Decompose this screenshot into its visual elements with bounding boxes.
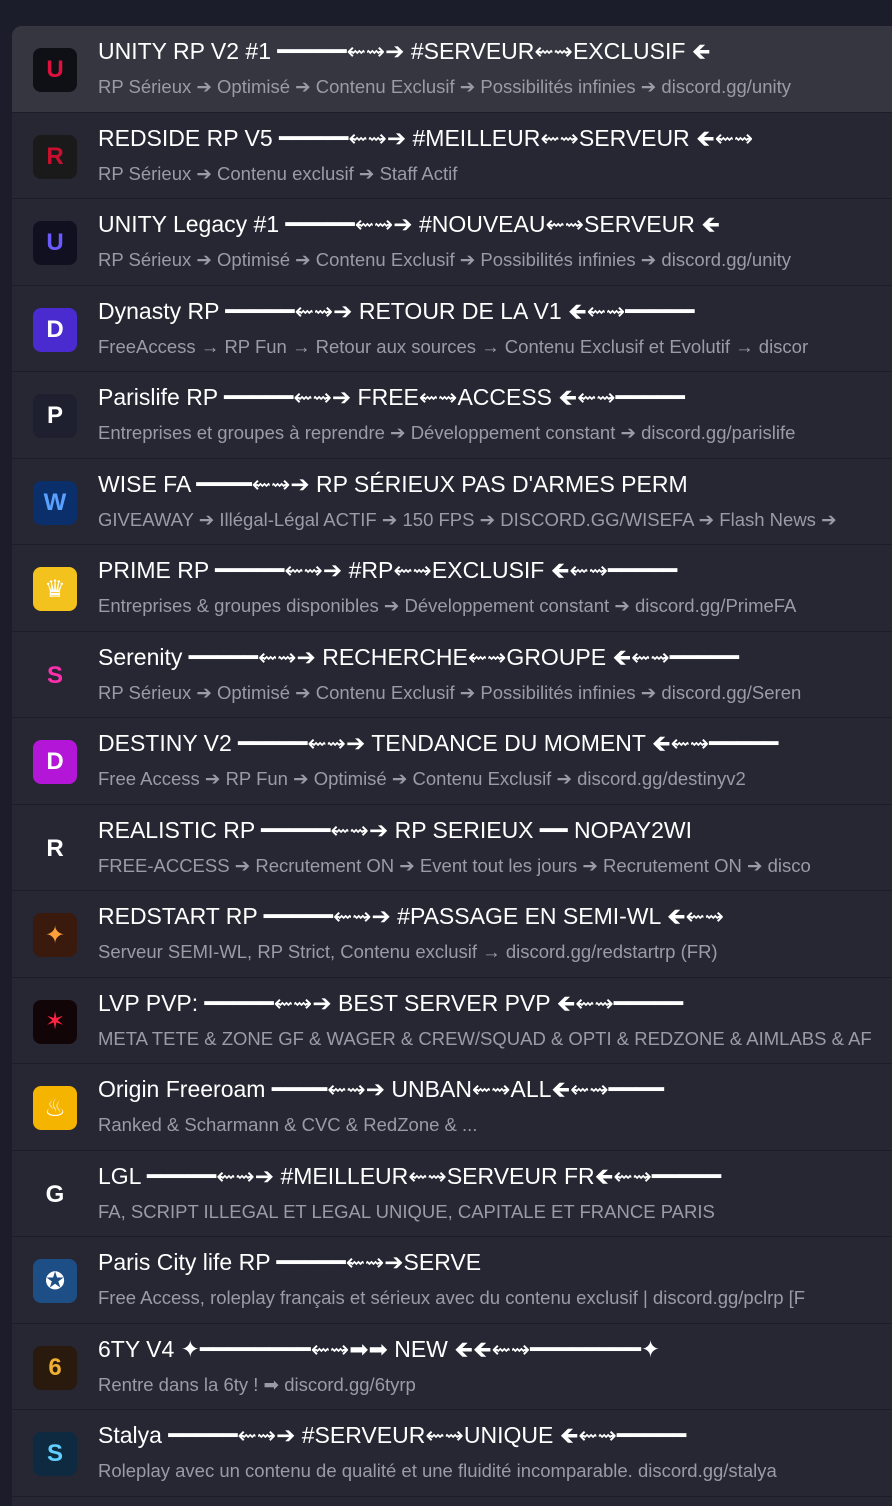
server-description: META TETE & ZONE GF & WAGER & CREW/SQUAD… bbox=[98, 1027, 872, 1049]
server-list-item-10[interactable]: R REALISTIC RP ━━━━━⇜⇝➔ RP SERIEUX ━━ NO… bbox=[12, 805, 892, 891]
lvp-logo-icon: ✶ bbox=[33, 999, 77, 1044]
server-title: Stalya ━━━━━⇜⇝➔ #SERVEUR⇜⇝UNIQUE 🡸⇜⇝━━━━… bbox=[98, 1422, 687, 1448]
server-description: Entreprises et groupes à reprendre ➔ Dév… bbox=[98, 422, 796, 443]
server-description: Serveur SEMI-WL, RP Strict, Contenu excl… bbox=[98, 941, 718, 962]
server-description: Roleplay avec un contenu de qualité et u… bbox=[98, 1460, 777, 1481]
server-title: Dynasty RP ━━━━━⇜⇝➔ RETOUR DE LA V1 🡸⇜⇝━… bbox=[98, 297, 695, 324]
server-title: UNITY RP V2 #1 ━━━━━⇜⇝➔ #SERVEUR⇜⇝EXCLUS… bbox=[98, 38, 711, 64]
server-list-item-5[interactable]: P Parislife RP ━━━━━⇜⇝➔ FREE⇜⇝ACCESS 🡸⇜⇝… bbox=[12, 372, 892, 459]
redstart-flame-icon: ✦ bbox=[33, 913, 77, 957]
server-title: REDSIDE RP V5 ━━━━━⇜⇝➔ #MEILLEUR⇜⇝SERVEU… bbox=[98, 124, 754, 151]
server-list-item-17[interactable]: S Stalya ━━━━━⇜⇝➔ #SERVEUR⇜⇝UNIQUE 🡸⇜⇝━━… bbox=[12, 1410, 892, 1497]
server-description: Rentre dans la 6ty ! ➡ discord.gg/6tyrp bbox=[98, 1373, 416, 1395]
server-title: PRIME RP ━━━━━⇜⇝➔ #RP⇜⇝EXCLUSIF 🡸⇜⇝━━━━━ bbox=[98, 557, 678, 583]
wise-wave-icon: W bbox=[33, 480, 77, 525]
server-list-item-1[interactable]: U UNITY RP V2 #1 ━━━━━⇜⇝➔ #SERVEUR⇜⇝EXCL… bbox=[12, 26, 892, 113]
server-title: Paris City life RP ━━━━━⇜⇝➔SERVE bbox=[98, 1249, 482, 1275]
server-list-item-15[interactable]: ✪ Paris City life RP ━━━━━⇜⇝➔SERVE Free … bbox=[12, 1237, 892, 1324]
server-list-item-16[interactable]: 6 6TY V4 ✦━━━━━━━━⇜⇝➡➡ NEW 🡸🡸⇜⇝━━━━━━━━✦… bbox=[12, 1324, 892, 1410]
server-title: WISE FA ━━━━⇜⇝➔ RP SÉRIEUX PAS D'ARMES P… bbox=[98, 470, 688, 497]
server-description: Free Access, roleplay français et sérieu… bbox=[98, 1287, 806, 1308]
realistic-r-icon: R bbox=[33, 826, 77, 871]
server-title: 6TY V4 ✦━━━━━━━━⇜⇝➡➡ NEW 🡸🡸⇜⇝━━━━━━━━✦ bbox=[98, 1335, 661, 1362]
server-list: U UNITY RP V2 #1 ━━━━━⇜⇝➔ #SERVEUR⇜⇝EXCL… bbox=[12, 26, 892, 1497]
origin-flame-icon: ♨ bbox=[33, 1086, 77, 1130]
unity-shield-icon: U bbox=[33, 48, 77, 92]
redside-emblem-icon: R bbox=[33, 134, 77, 179]
server-description: RP Sérieux ➔ Optimisé ➔ Contenu Exclusif… bbox=[98, 681, 802, 703]
server-list-item-11[interactable]: ✦ REDSTART RP ━━━━━⇜⇝➔ #PASSAGE EN SEMI-… bbox=[12, 891, 892, 978]
server-description: Ranked & Scharmann & CVC & RedZone & ... bbox=[98, 1114, 478, 1135]
server-description: FA, SCRIPT ILLEGAL ET LEGAL UNIQUE, CAPI… bbox=[98, 1200, 715, 1222]
unity-legacy-shield-icon: U bbox=[33, 221, 77, 265]
server-list-item-6[interactable]: W WISE FA ━━━━⇜⇝➔ RP SÉRIEUX PAS D'ARMES… bbox=[12, 459, 892, 545]
parislife-p-icon: P bbox=[33, 394, 77, 438]
server-title: REDSTART RP ━━━━━⇜⇝➔ #PASSAGE EN SEMI-WL… bbox=[98, 903, 725, 929]
server-list-panel: U UNITY RP V2 #1 ━━━━━⇜⇝➔ #SERVEUR⇜⇝EXCL… bbox=[12, 26, 892, 1506]
server-description: Free Access ➔ RP Fun ➔ Optimisé ➔ Conten… bbox=[98, 768, 746, 789]
server-title: Origin Freeroam ━━━━⇜⇝➔ UNBAN⇜⇝ALL🡸⇜⇝━━━… bbox=[98, 1076, 665, 1102]
lgl-g-crown-icon: G bbox=[33, 1172, 77, 1217]
server-title: LVP PVP: ━━━━━⇜⇝➔ BEST SERVER PVP 🡸⇜⇝━━━… bbox=[98, 989, 684, 1016]
server-list-item-8[interactable]: S Serenity ━━━━━⇜⇝➔ RECHERCHE⇜⇝GROUPE 🡸⇜… bbox=[12, 632, 892, 718]
server-description: FREE-ACCESS ➔ Recrutement ON ➔ Event tou… bbox=[98, 854, 811, 876]
server-title: Parislife RP ━━━━━⇜⇝➔ FREE⇜⇝ACCESS 🡸⇜⇝━━… bbox=[98, 384, 685, 410]
server-description: Entreprises & groupes disponibles ➔ Déve… bbox=[98, 595, 797, 616]
sixty-logo-icon: 6 bbox=[33, 1345, 77, 1390]
destiny-d-icon: D bbox=[33, 740, 77, 784]
serenity-s-icon: S bbox=[33, 653, 77, 698]
server-description: FreeAccess → RP Fun → Retour aux sources… bbox=[98, 335, 809, 357]
server-description: RP Sérieux ➔ Contenu exclusif ➔ Staff Ac… bbox=[98, 162, 458, 184]
server-list-item-4[interactable]: D Dynasty RP ━━━━━⇜⇝➔ RETOUR DE LA V1 🡸⇜… bbox=[12, 286, 892, 372]
server-description: RP Sérieux ➔ Optimisé ➔ Contenu Exclusif… bbox=[98, 249, 792, 270]
server-list-item-9[interactable]: D DESTINY V2 ━━━━━⇜⇝➔ TENDANCE DU MOMENT… bbox=[12, 718, 892, 805]
dynasty-d-icon: D bbox=[33, 307, 77, 352]
server-list-item-14[interactable]: G LGL ━━━━━⇜⇝➔ #MEILLEUR⇜⇝SERVEUR FR🡸⇜⇝━… bbox=[12, 1151, 892, 1237]
server-description: RP Sérieux ➔ Optimisé ➔ Contenu Exclusif… bbox=[98, 76, 792, 97]
stalya-s-icon: S bbox=[33, 1432, 77, 1476]
paris-city-emblem-icon: ✪ bbox=[33, 1259, 77, 1303]
server-list-item-13[interactable]: ♨ Origin Freeroam ━━━━⇜⇝➔ UNBAN⇜⇝ALL🡸⇜⇝━… bbox=[12, 1064, 892, 1151]
server-list-item-7[interactable]: ♛ PRIME RP ━━━━━⇜⇝➔ #RP⇜⇝EXCLUSIF 🡸⇜⇝━━━… bbox=[12, 545, 892, 632]
server-title: REALISTIC RP ━━━━━⇜⇝➔ RP SERIEUX ━━ NOPA… bbox=[98, 816, 692, 843]
server-description: GIVEAWAY ➔ Illégal-Légal ACTIF ➔ 150 FPS… bbox=[98, 508, 837, 530]
server-title: UNITY Legacy #1 ━━━━━⇜⇝➔ #NOUVEAU⇜⇝SERVE… bbox=[98, 211, 720, 237]
server-title: DESTINY V2 ━━━━━⇜⇝➔ TENDANCE DU MOMENT 🡸… bbox=[98, 730, 779, 756]
server-list-item-3[interactable]: U UNITY Legacy #1 ━━━━━⇜⇝➔ #NOUVEAU⇜⇝SER… bbox=[12, 199, 892, 286]
server-list-item-2[interactable]: R REDSIDE RP V5 ━━━━━⇜⇝➔ #MEILLEUR⇜⇝SERV… bbox=[12, 113, 892, 199]
prime-crown-icon: ♛ bbox=[33, 567, 77, 611]
server-title: LGL ━━━━━⇜⇝➔ #MEILLEUR⇜⇝SERVEUR FR🡸⇜⇝━━━… bbox=[98, 1162, 722, 1189]
server-title: Serenity ━━━━━⇜⇝➔ RECHERCHE⇜⇝GROUPE 🡸⇜⇝━… bbox=[98, 643, 739, 670]
server-list-item-12[interactable]: ✶ LVP PVP: ━━━━━⇜⇝➔ BEST SERVER PVP 🡸⇜⇝━… bbox=[12, 978, 892, 1064]
